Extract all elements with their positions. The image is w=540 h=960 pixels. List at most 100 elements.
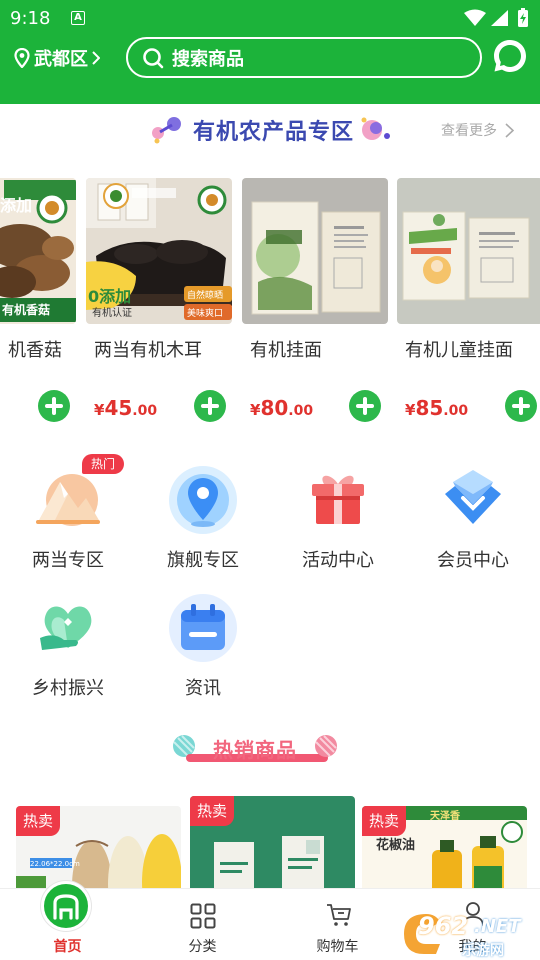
- product-price: ¥85.00: [405, 396, 468, 420]
- grid-item-flagship[interactable]: 旗舰专区: [138, 464, 268, 572]
- price-symbol: ¥: [94, 401, 105, 419]
- product-price: ¥80.00: [250, 396, 313, 420]
- watermark-text: 乐游网: [462, 943, 504, 959]
- product-card[interactable]: 有机儿童挂面 ¥85.00: [349, 178, 540, 422]
- product-image: 0添加 有机认证 自然晾晒 美味爽口: [86, 178, 232, 324]
- tab-label: 分类: [188, 939, 217, 955]
- hot-badge: 热门: [82, 454, 124, 474]
- chevron-right-icon: [92, 51, 100, 65]
- tab-home[interactable]: 首页: [0, 881, 135, 960]
- product-image: 添加 有机香菇: [0, 178, 76, 324]
- product-name: 机香菇: [8, 340, 62, 361]
- chat-bubble-icon[interactable]: [492, 38, 528, 74]
- signal-icon: [491, 10, 508, 26]
- diamond-icon: [437, 464, 509, 536]
- price-integer: 45: [104, 396, 133, 420]
- mountain-icon: [32, 464, 104, 536]
- image-caption: 有机香菇: [2, 303, 51, 317]
- home-icon: [41, 881, 91, 931]
- hot-sale-tag: 热卖: [16, 806, 60, 836]
- app-root: 9:18 A 武都区 搜索商品 有机农产品专区 查看更多 添加 有机香菇 机香菇…: [0, 0, 540, 960]
- chevron-right-icon: [505, 122, 514, 138]
- grid-item-liangdang[interactable]: 两当专区: [3, 464, 133, 572]
- price-integer: 80: [260, 396, 289, 420]
- product-card[interactable]: 有机挂面 ¥80.00: [194, 178, 388, 422]
- grid-item-activity[interactable]: 活动中心: [273, 464, 403, 572]
- status-time: 9:18: [10, 8, 51, 29]
- grid-item-member[interactable]: 会员中心: [408, 464, 538, 572]
- grid-item-rural[interactable]: 乡村振兴: [3, 592, 133, 700]
- grid-item-label: 会员中心: [437, 550, 509, 571]
- image-callout: 美味爽口: [187, 309, 224, 319]
- hot-section-title: 热销商品: [213, 738, 297, 762]
- hot-sale-tag: 热卖: [362, 806, 406, 836]
- tab-category[interactable]: 分类: [135, 889, 270, 960]
- map-pin-icon: [14, 48, 30, 68]
- grid-item-label: 活动中心: [302, 550, 374, 571]
- grid-icon: [190, 903, 216, 929]
- noodle-box-photo: [242, 178, 388, 324]
- decor-striped-ball-icon: [315, 735, 337, 757]
- location-pin-icon: [167, 464, 239, 536]
- organic-section-header: 有机农产品专区 查看更多: [0, 108, 540, 148]
- watermark-text: 962: [418, 912, 469, 940]
- search-placeholder: 搜索商品: [172, 48, 244, 70]
- search-icon: [143, 47, 164, 68]
- app-indicator-icon: A: [71, 11, 85, 25]
- add-to-cart-button[interactable]: [38, 390, 70, 422]
- shopping-cart-icon: [327, 904, 351, 926]
- price-integer: 85: [415, 396, 444, 420]
- status-bar: 9:18 A: [0, 0, 540, 36]
- product-price: ¥45.00: [94, 396, 157, 420]
- grid-item-label: 旗舰专区: [167, 550, 239, 571]
- hot-sale-tag: 热卖: [190, 796, 234, 826]
- brand-text: 天泽香: [430, 811, 460, 822]
- price-decimal: .00: [288, 403, 314, 419]
- wifi-icon: [464, 9, 486, 26]
- grid-item-news[interactable]: 资讯: [138, 592, 268, 700]
- price-symbol: ¥: [250, 401, 261, 419]
- product-name: 有机挂面: [250, 340, 322, 361]
- price-symbol: ¥: [405, 401, 416, 419]
- tab-label: 购物车: [316, 939, 359, 955]
- product-image: [242, 178, 388, 324]
- add-to-cart-button[interactable]: [505, 390, 537, 422]
- add-to-cart-button[interactable]: [194, 390, 226, 422]
- image-caption: 22.06*22.0cm: [30, 860, 80, 868]
- gift-box-icon: [302, 464, 374, 536]
- product-image-title: 花椒油: [376, 838, 416, 853]
- header: 9:18 A 武都区 搜索商品: [0, 0, 540, 104]
- add-to-cart-button[interactable]: [349, 390, 381, 422]
- organic-product-carousel[interactable]: 添加 有机香菇 机香菇 0添加 有机认证 自然晾晒 美味爽口 两当有机木耳 ¥4…: [0, 178, 540, 428]
- hot-section-header: 热销商品: [0, 730, 540, 766]
- grid-item-label: 两当专区: [32, 550, 104, 571]
- decor-bubbles-icon: [361, 117, 390, 140]
- calendar-icon: [167, 592, 239, 664]
- organic-section-title: 有机农产品专区: [193, 120, 355, 145]
- tab-cart[interactable]: 购物车: [270, 889, 405, 960]
- product-card[interactable]: 添加 有机香菇 机香菇: [0, 178, 76, 361]
- watermark-text: .NET: [474, 916, 521, 937]
- grid-item-label: 资讯: [185, 678, 221, 699]
- image-callout: 自然晾晒: [187, 291, 224, 301]
- see-more-label: 查看更多: [441, 123, 497, 139]
- search-bar[interactable]: 搜索商品: [126, 37, 482, 78]
- location-label: 武都区: [34, 49, 88, 70]
- image-badge-text: 添加: [0, 196, 33, 215]
- price-decimal: .00: [443, 403, 469, 419]
- see-more-link[interactable]: 查看更多: [441, 120, 514, 140]
- tab-label: 首页: [53, 939, 82, 955]
- grid-item-label: 乡村振兴: [32, 678, 104, 699]
- decor-bubbles-icon: [152, 117, 181, 144]
- product-name: 有机儿童挂面: [405, 340, 513, 361]
- watermark-logo: 962 .NET 乐游网: [400, 908, 540, 960]
- kids-noodle-box-photo: [397, 178, 540, 324]
- image-callout: 有机认证: [92, 308, 132, 319]
- product-name: 两当有机木耳: [94, 340, 202, 361]
- product-image: [397, 178, 540, 324]
- product-card[interactable]: 0添加 有机认证 自然晾晒 美味爽口 两当有机木耳 ¥45.00: [38, 178, 232, 422]
- location-selector[interactable]: 武都区: [14, 45, 104, 71]
- heart-hand-icon: [32, 592, 104, 664]
- battery-charging-icon: [518, 8, 528, 27]
- price-decimal: .00: [132, 403, 158, 419]
